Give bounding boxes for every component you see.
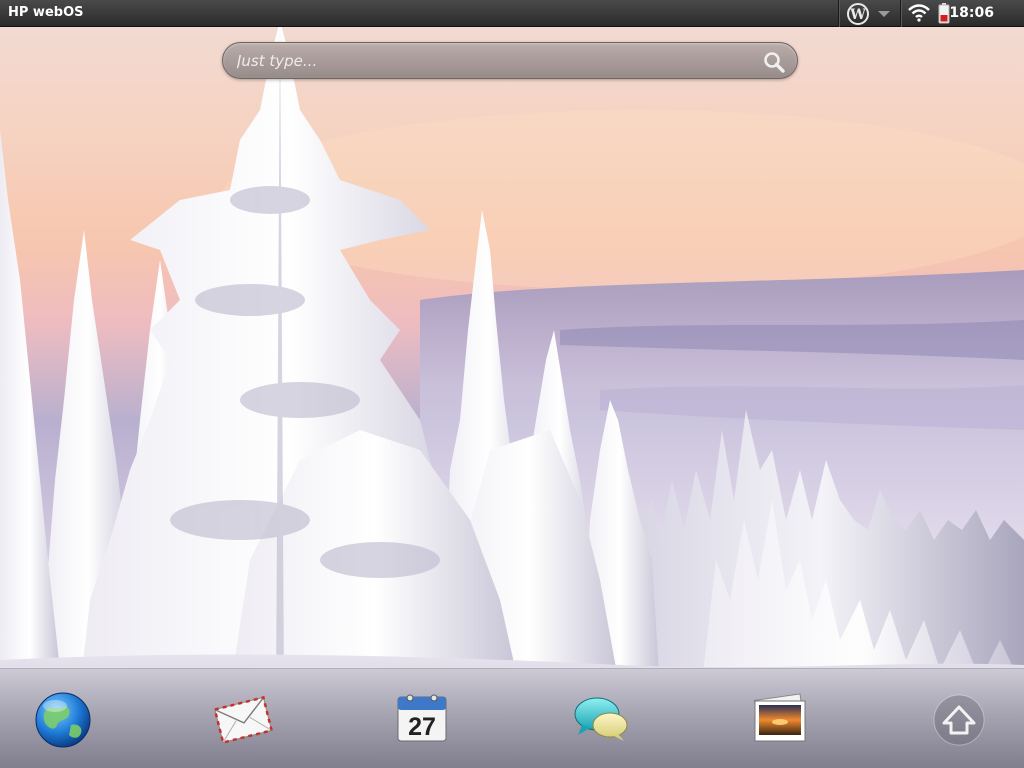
email-icon — [213, 695, 274, 745]
messaging-icon — [574, 697, 628, 741]
status-bar: HP webOS W 18:06 — [0, 0, 1024, 27]
wordpress-icon: W — [847, 3, 869, 25]
webos-screen: HP webOS W 18:06 Just type... 27 — [0, 0, 1024, 768]
app-title[interactable]: HP webOS — [8, 5, 83, 20]
clock: 18:06 — [949, 5, 994, 21]
wifi-icon — [908, 4, 930, 22]
calendar-day: 27 — [408, 713, 436, 741]
battery-icon — [938, 3, 950, 24]
just-type-search-bar[interactable] — [222, 42, 798, 79]
dock-app-web[interactable] — [33, 689, 93, 749]
search-input[interactable] — [237, 47, 747, 74]
dock-app-photos[interactable] — [749, 689, 809, 749]
quick-launch-dock: 27 — [0, 668, 1024, 768]
launcher-up-arrow-icon — [933, 694, 985, 746]
chevron-down-icon — [878, 11, 890, 17]
notification-menu[interactable]: W — [840, 0, 900, 27]
launcher-button[interactable] — [932, 693, 986, 747]
calendar-icon: 27 — [397, 694, 447, 742]
search-icon[interactable] — [763, 51, 785, 73]
svg-text:W: W — [849, 7, 866, 23]
wallpaper-image — [0, 0, 1024, 768]
dock-app-messaging[interactable] — [570, 689, 630, 749]
photos-icon — [753, 693, 807, 742]
dock-app-calendar[interactable]: 27 — [392, 689, 452, 749]
dock-app-email[interactable] — [212, 689, 274, 749]
web-browser-icon — [35, 692, 91, 748]
device-menu[interactable]: 18:06 — [902, 0, 1024, 27]
